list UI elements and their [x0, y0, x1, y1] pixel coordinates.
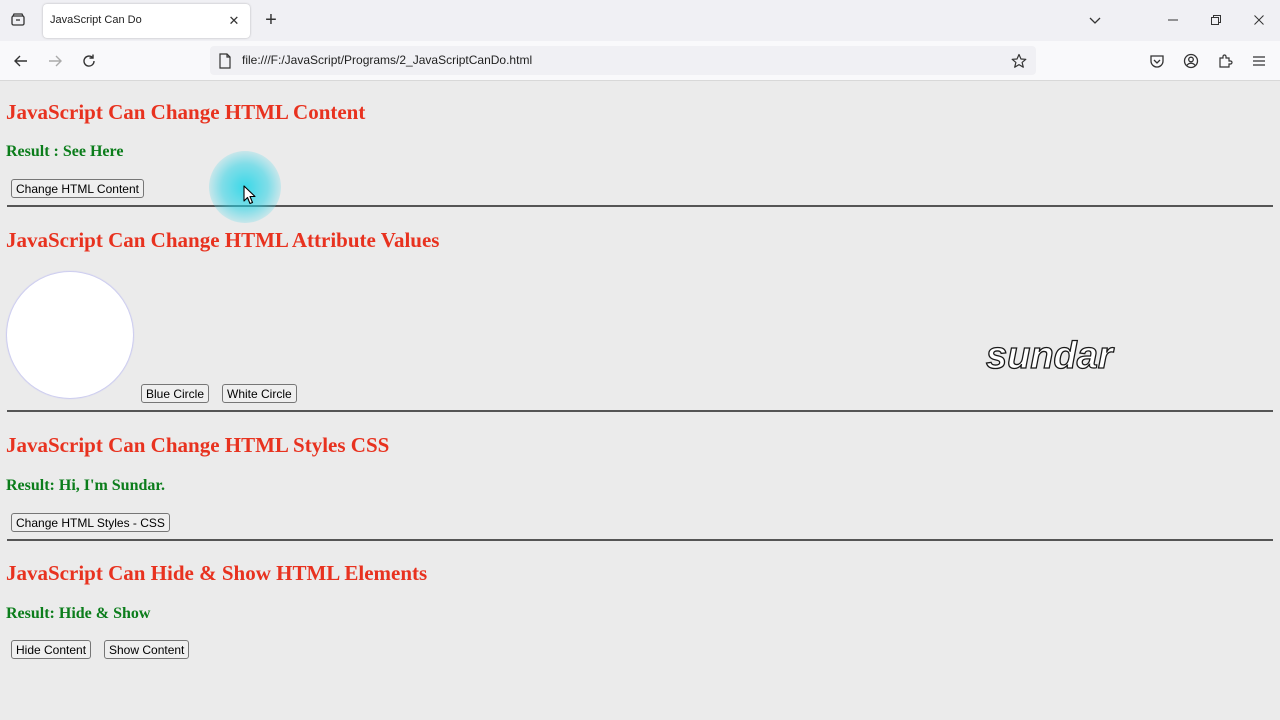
white-circle-button[interactable]: White Circle — [222, 384, 297, 403]
change-html-styles-button[interactable]: Change HTML Styles - CSS — [11, 513, 170, 532]
circle-image — [7, 272, 133, 398]
tab-bar: JavaScript Can Do ✕ + — [0, 0, 1280, 41]
tab-list-icon[interactable] — [6, 8, 30, 32]
url-text[interactable]: file:///F:/JavaScript/Programs/2_JavaScr… — [242, 53, 532, 67]
blue-circle-button[interactable]: Blue Circle — [141, 384, 210, 403]
page-content: JavaScript Can Change HTML Content Resul… — [0, 81, 1280, 720]
reload-icon[interactable] — [77, 49, 101, 73]
divider — [7, 410, 1273, 412]
browser-tab[interactable]: JavaScript Can Do ✕ — [43, 4, 250, 38]
hide-content-button[interactable]: Hide Content — [11, 640, 92, 659]
result-content-text: Result : See Here — [6, 143, 124, 160]
pocket-icon[interactable] — [1145, 49, 1169, 73]
divider — [7, 205, 1273, 207]
mouse-pointer-icon — [243, 185, 256, 205]
navigation-bar: file:///F:/JavaScript/Programs/2_JavaScr… — [0, 41, 1280, 81]
minimize-icon[interactable] — [1160, 8, 1186, 32]
new-tab-icon[interactable]: + — [260, 9, 282, 31]
restore-icon[interactable] — [1203, 8, 1229, 32]
heading-change-styles: JavaScript Can Change HTML Styles CSS — [6, 433, 390, 457]
forward-icon[interactable] — [43, 49, 67, 73]
page-icon — [219, 53, 231, 69]
heading-hide-show: JavaScript Can Hide & Show HTML Elements — [6, 561, 428, 585]
close-window-icon[interactable] — [1246, 8, 1272, 32]
extensions-icon[interactable] — [1213, 49, 1237, 73]
back-icon[interactable] — [9, 49, 33, 73]
change-html-content-button[interactable]: Change HTML Content — [11, 179, 144, 198]
address-bar[interactable]: file:///F:/JavaScript/Programs/2_JavaScr… — [210, 46, 1036, 75]
heading-change-attribute: JavaScript Can Change HTML Attribute Val… — [6, 228, 440, 252]
sundar-logo-text: sundar — [985, 334, 1113, 377]
result-styles-text: Result: Hi, I'm Sundar. — [6, 477, 165, 494]
divider — [7, 539, 1273, 541]
account-icon[interactable] — [1179, 49, 1203, 73]
chevron-down-icon[interactable] — [1082, 8, 1108, 32]
show-content-button[interactable]: Show Content — [104, 640, 190, 659]
tab-title: JavaScript Can Do — [50, 14, 142, 26]
bookmark-star-icon[interactable] — [1008, 50, 1030, 72]
menu-icon[interactable] — [1247, 49, 1271, 73]
close-tab-icon[interactable]: ✕ — [226, 13, 242, 29]
result-hide-show-text: Result: Hide & Show — [6, 605, 151, 622]
heading-change-content: JavaScript Can Change HTML Content — [6, 100, 366, 124]
